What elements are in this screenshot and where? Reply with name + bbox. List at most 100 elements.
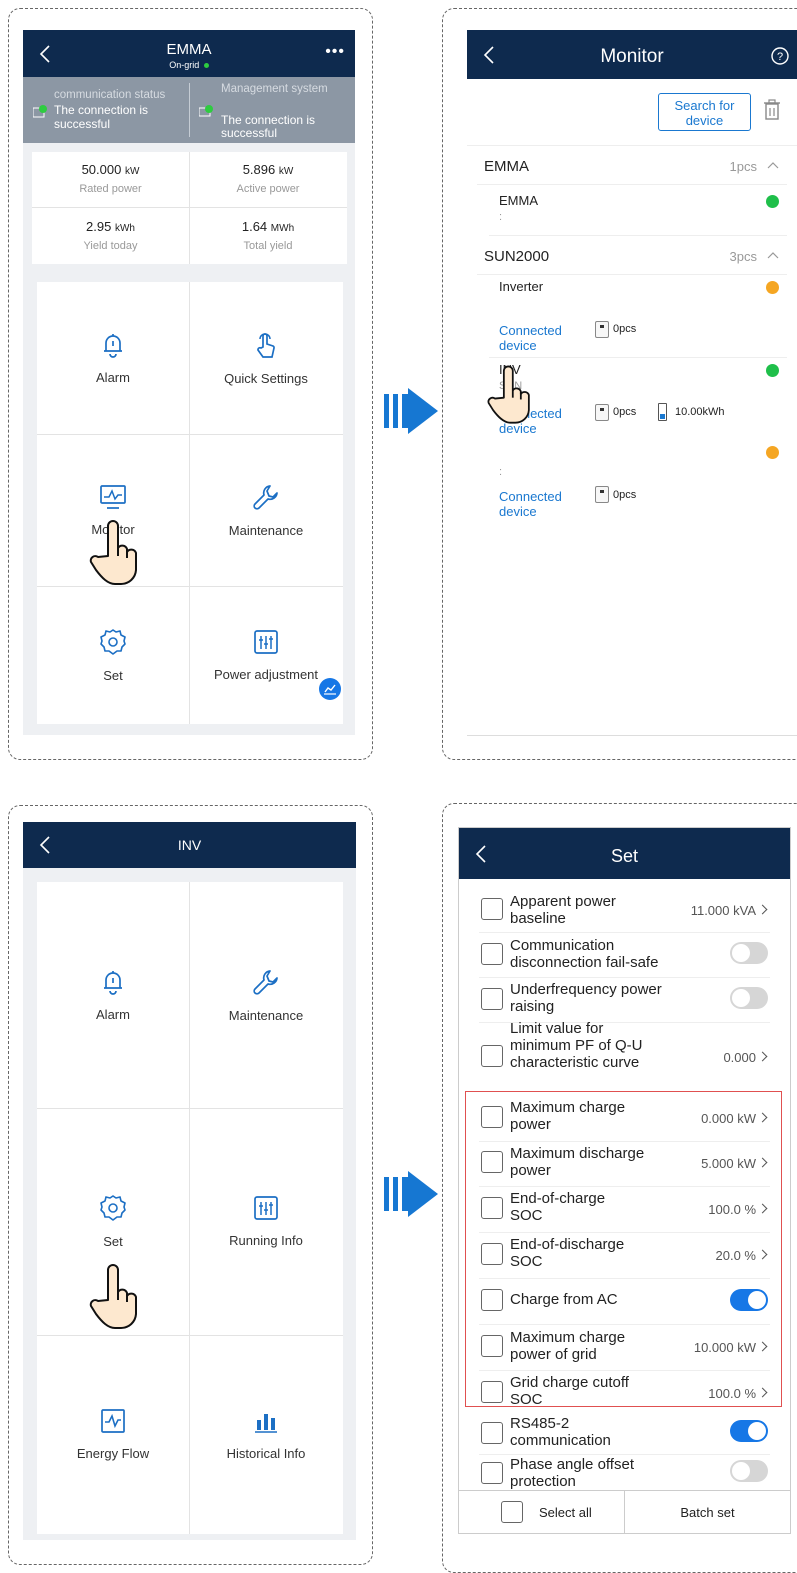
trash-icon[interactable] — [763, 99, 781, 121]
comm-status-label: communication status — [54, 89, 166, 101]
row-checkbox[interactable] — [481, 1335, 503, 1357]
grid-status: On-grid — [23, 60, 355, 70]
setting-row[interactable]: Apparent power baseline 11.000 kVA — [459, 888, 790, 930]
emma-header: EMMA On-grid ••• — [23, 30, 355, 77]
device-item-inverter-3[interactable]: : Connected device 0pcs — [467, 440, 797, 522]
inv-header: INV — [23, 822, 356, 868]
setting-row[interactable]: Maximum charge power of grid 10.000 kW — [459, 1325, 790, 1369]
stats-card: 50.000 kW Rated power 5.896 kW Active po… — [32, 152, 347, 264]
row-checkbox[interactable] — [481, 1289, 503, 1311]
menu-historical-info[interactable]: Historical Info — [189, 1335, 343, 1534]
mgmt-status-label: Management system — [221, 83, 328, 95]
setting-row[interactable]: Maximum discharge power 5.000 kW — [459, 1141, 790, 1185]
status-green-dot-icon — [766, 364, 779, 377]
energy-flow-icon — [101, 1409, 125, 1433]
row-checkbox[interactable] — [481, 1151, 503, 1173]
more-icon[interactable]: ••• — [325, 43, 345, 61]
menu-energy-flow[interactable]: Energy Flow — [37, 1335, 189, 1534]
setting-row[interactable]: RS485-2 communication — [459, 1412, 790, 1454]
menu-running-info[interactable]: Running Info — [189, 1108, 343, 1335]
toggle-switch[interactable] — [730, 1420, 768, 1442]
chevron-right-icon — [757, 1341, 768, 1352]
row-checkbox[interactable] — [481, 1243, 503, 1265]
set-screen: Set Apparent power baseline 11.000 kVA C… — [458, 827, 791, 1534]
group-header-emma[interactable]: EMMA 1pcs — [467, 146, 797, 184]
bell-icon — [104, 333, 122, 358]
connected-device-link[interactable]: Connected device — [499, 323, 579, 353]
toggle-switch[interactable] — [730, 1289, 768, 1311]
device-item-emma[interactable]: EMMA : — [467, 185, 797, 235]
status-green-dot-icon — [766, 195, 779, 208]
row-checkbox[interactable] — [481, 898, 503, 920]
communication-status-icon — [33, 105, 47, 118]
toggle-switch[interactable] — [730, 1460, 768, 1482]
stat-active-power: 5.896 kW Active power — [236, 162, 300, 195]
tap-hand-icon — [89, 520, 137, 586]
row-checkbox[interactable] — [481, 1045, 503, 1067]
svg-text:?: ? — [777, 51, 783, 63]
page-title: Monitor — [600, 46, 664, 67]
page-title: INV — [177, 837, 202, 853]
management-system-icon — [199, 105, 213, 117]
toggle-switch[interactable] — [730, 987, 768, 1009]
status-orange-dot-icon — [766, 446, 779, 459]
chevron-right-icon — [757, 1387, 768, 1398]
row-checkbox[interactable] — [481, 943, 503, 965]
select-all-button[interactable]: Select all — [459, 1491, 624, 1533]
setting-row[interactable]: Limit value for minimum PF of Q-U charac… — [459, 1020, 790, 1091]
device-item-inverter[interactable]: Inverter Connected device 0pcs — [467, 275, 797, 357]
setting-row[interactable]: Phase angle offset protection — [459, 1454, 790, 1490]
sliders-icon — [254, 629, 278, 654]
row-checkbox[interactable] — [481, 1381, 503, 1403]
status-divider — [189, 83, 190, 137]
emma-screen: EMMA On-grid ••• communication status Th… — [23, 30, 355, 735]
online-status-dot-icon — [203, 63, 209, 69]
chevron-right-icon — [757, 1157, 768, 1168]
chevron-right-icon — [757, 1112, 768, 1123]
menu-quick-settings[interactable]: Quick Settings — [189, 282, 343, 434]
mgmt-status-value: The connection is successful — [221, 113, 316, 140]
row-checkbox[interactable] — [481, 1197, 503, 1219]
batch-set-button[interactable]: Batch set — [625, 1505, 790, 1520]
menu-power-adjustment[interactable]: Power adjustment — [189, 586, 343, 724]
gear-icon — [100, 628, 126, 655]
chevron-right-icon — [757, 1203, 768, 1214]
menu-alarm[interactable]: Alarm — [37, 882, 189, 1108]
chart-float-button[interactable] — [319, 678, 341, 700]
select-all-checkbox[interactable] — [501, 1501, 523, 1523]
help-icon[interactable]: ? — [771, 47, 789, 65]
chevron-up-icon — [767, 252, 779, 259]
comm-status-value: The connection is successful — [54, 103, 149, 131]
next-step-arrow-icon — [384, 388, 438, 434]
device-icon — [595, 404, 609, 421]
setting-row[interactable]: End-of-discharge SOC 20.0 % — [459, 1233, 790, 1277]
wrench-icon — [253, 969, 278, 995]
stat-divider — [32, 207, 347, 208]
row-checkbox[interactable] — [481, 1422, 503, 1444]
setting-row[interactable]: Underfrequency power raising — [459, 978, 790, 1020]
menu-grid: Alarm Maintenance Set Running Info Energ… — [37, 882, 343, 1534]
row-checkbox[interactable] — [481, 1462, 503, 1484]
setting-row[interactable]: Communication disconnection fail-safe — [459, 933, 790, 975]
menu-maintenance[interactable]: Maintenance — [189, 434, 343, 586]
chart-icon — [324, 684, 336, 695]
setting-row[interactable]: Maximum charge power 0.000 kW — [459, 1096, 790, 1140]
connected-device-link[interactable]: Connected device — [499, 489, 579, 519]
inv-screen: INV Alarm Maintenance Set Running Info E… — [23, 822, 356, 1540]
menu-alarm[interactable]: Alarm — [37, 282, 189, 434]
menu-set[interactable]: Set — [37, 586, 189, 724]
toggle-switch[interactable] — [730, 942, 768, 964]
chevron-right-icon — [757, 1051, 768, 1062]
chevron-up-icon — [767, 162, 779, 169]
search-for-device-button[interactable]: Search for device — [658, 93, 751, 131]
row-checkbox[interactable] — [481, 1106, 503, 1128]
setting-row[interactable]: Charge from AC — [459, 1279, 790, 1323]
menu-maintenance[interactable]: Maintenance — [189, 882, 343, 1108]
group-header-sun2000[interactable]: SUN2000 3pcs — [467, 236, 797, 274]
setting-row[interactable]: Grid charge cutoff SOC 100.0 % — [459, 1371, 790, 1415]
row-checkbox[interactable] — [481, 988, 503, 1010]
wrench-icon — [253, 484, 278, 510]
device-icon — [595, 486, 609, 503]
connection-status-bar: communication status The connection is s… — [23, 77, 355, 143]
setting-row[interactable]: End-of-charge SOC 100.0 % — [459, 1187, 790, 1231]
